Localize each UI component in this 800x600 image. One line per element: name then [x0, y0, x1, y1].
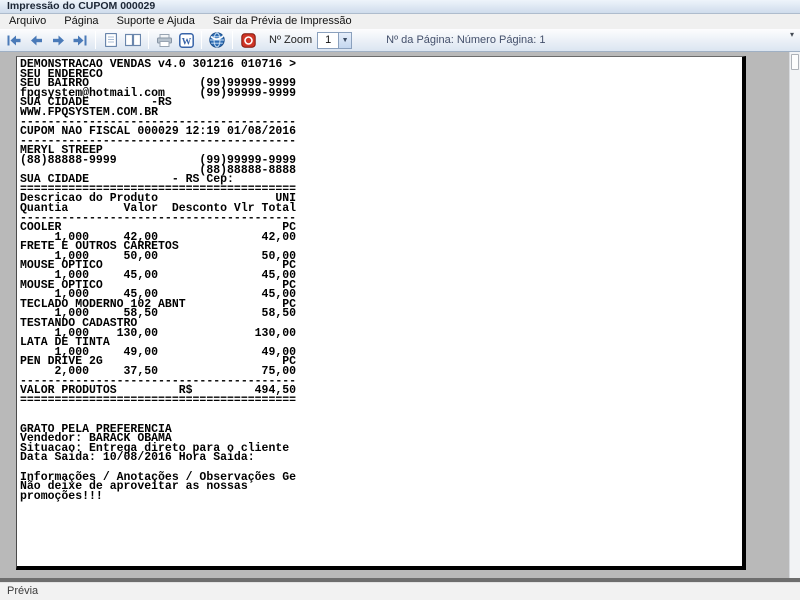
- facing-pages-view-button[interactable]: [123, 30, 143, 50]
- word-export-button[interactable]: W: [176, 30, 196, 50]
- toolbar-separator: [95, 31, 96, 49]
- receipt-page: DEMONSTRACAO VENDAS v4.0 301216 010716 >…: [16, 56, 746, 570]
- previous-page-button[interactable]: [26, 30, 46, 50]
- menu-item[interactable]: Página: [55, 14, 107, 29]
- titlebar[interactable]: Impressão do CUPOM 000029: [0, 0, 800, 14]
- page-info: Nº da Página: Número Página: 1: [386, 34, 546, 46]
- print-icon: [156, 33, 172, 47]
- zoom-select[interactable]: 1 ▼: [317, 31, 353, 49]
- previous-page-icon: [30, 35, 42, 45]
- word-export-icon: W: [178, 32, 194, 48]
- zoom-value: 1: [325, 33, 332, 46]
- zoom-label: Nº Zoom: [269, 34, 313, 46]
- toolbar-overflow-icon[interactable]: ▾: [790, 30, 794, 39]
- receipt-line: ----------------------------------------: [20, 134, 297, 148]
- menu-item[interactable]: Arquivo: [0, 14, 55, 29]
- close-preview-button[interactable]: [238, 30, 258, 50]
- single-page-view-button[interactable]: [101, 30, 121, 50]
- receipt-text: DEMONSTRACAO VENDAS v4.0 301216 010716 >…: [17, 57, 742, 503]
- window-title: Impressão do CUPOM 000029: [7, 0, 156, 12]
- toolbar-separator: [232, 31, 233, 49]
- svg-text:W: W: [181, 37, 191, 47]
- vertical-scrollbar[interactable]: [789, 52, 800, 578]
- scrollbar-thumb[interactable]: [791, 54, 799, 70]
- receipt-line: DEMONSTRACAO VENDAS v4.0 301216 010716 >: [20, 58, 297, 71]
- app-window: Impressão do CUPOM 000029 Arquivo Página S…: [0, 0, 800, 600]
- toolbar-separator: [201, 31, 202, 49]
- toolbar: W Nº Zoom 1 ▼ Nº da Página: Número Págin…: [0, 29, 800, 52]
- status-text: Prévia: [7, 585, 39, 597]
- menu-item[interactable]: Sair da Prévia de Impressão: [204, 14, 361, 29]
- receipt-line: ========================================: [20, 393, 297, 407]
- red-close-icon: [240, 32, 256, 48]
- print-button[interactable]: [154, 30, 174, 50]
- web-globe-icon: [209, 32, 225, 48]
- chevron-down-icon[interactable]: ▼: [338, 32, 352, 48]
- receipt-line: promoções!!!: [20, 489, 103, 503]
- receipt-line: 1,000 130,00 130,00: [20, 326, 297, 340]
- menubar: Arquivo Página Suporte e Ajuda Sair da Prév…: [0, 14, 800, 29]
- single-page-icon: [105, 33, 117, 47]
- next-page-button[interactable]: [48, 30, 68, 50]
- next-page-icon: [52, 35, 64, 45]
- first-page-button[interactable]: [4, 30, 24, 50]
- receipt-line: [20, 405, 742, 415]
- web-button[interactable]: [207, 30, 227, 50]
- statusbar: Prévia: [0, 582, 800, 600]
- receipt-line: Data Saida: 10/08/2016 Hora Saida:: [20, 451, 255, 465]
- last-page-button[interactable]: [70, 30, 90, 50]
- facing-pages-icon: [125, 33, 141, 47]
- menu-item[interactable]: Suporte e Ajuda: [108, 14, 204, 29]
- first-page-icon: [7, 35, 21, 45]
- preview-area: DEMONSTRACAO VENDAS v4.0 301216 010716 >…: [0, 52, 800, 582]
- toolbar-separator: [148, 31, 149, 49]
- receipt-line: Não deixe de aproveitar as nossas: [20, 480, 248, 494]
- last-page-icon: [73, 35, 87, 45]
